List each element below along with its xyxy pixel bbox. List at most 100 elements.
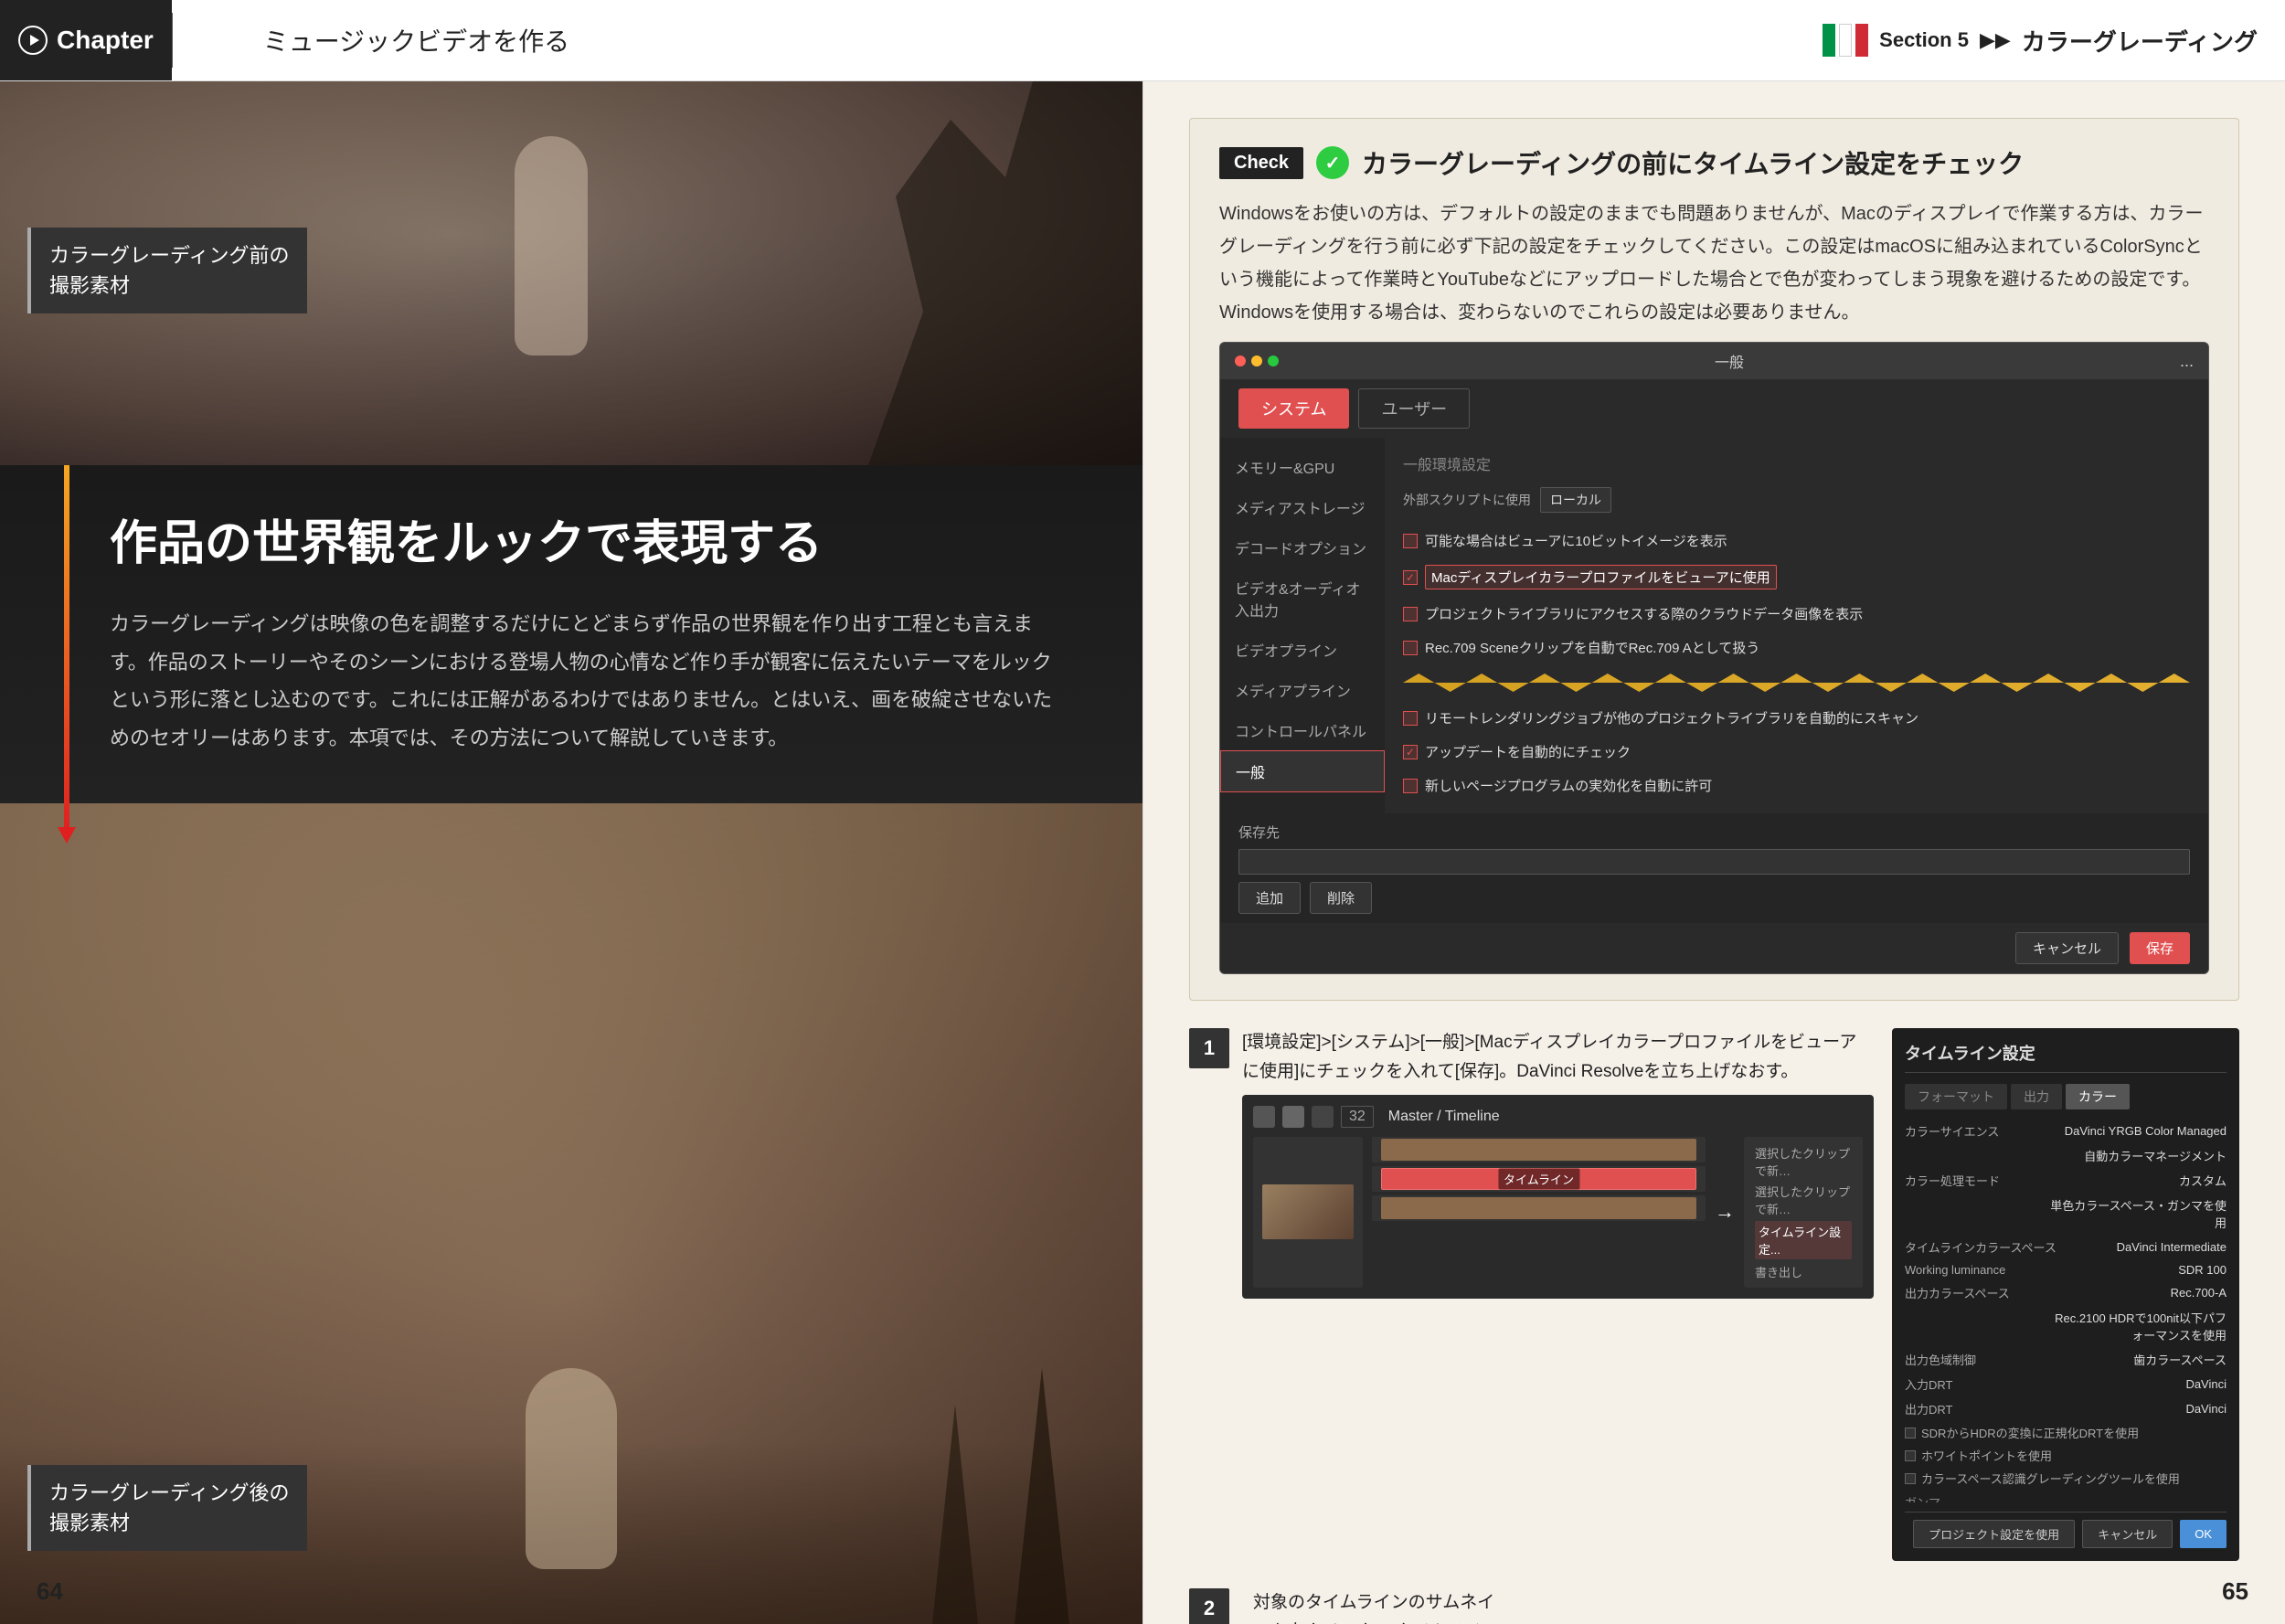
window-dots xyxy=(1235,356,1279,366)
checkbox1-row: 可能な場合はビューアに10ビットイメージを表示 xyxy=(1403,527,2190,554)
checkbox5[interactable] xyxy=(1403,711,1418,726)
tl-ok-button[interactable]: OK xyxy=(2180,1520,2227,1548)
checkbox7[interactable] xyxy=(1403,779,1418,793)
tl-track3 xyxy=(1372,1195,1706,1221)
tl-cb3[interactable] xyxy=(1905,1473,1916,1484)
tl-settings-buttons: プロジェクト設定を使用 キャンセル OK xyxy=(1905,1512,2227,1548)
val-input-drt: DaVinci xyxy=(2185,1377,2227,1391)
sidebar-general[interactable]: 一般 xyxy=(1220,750,1385,792)
check-header: Check ✓ カラーグレーディングの前にタイムライン設定をチェック xyxy=(1219,144,2209,181)
tl-tab-format[interactable]: フォーマット xyxy=(1905,1084,2007,1109)
add-button[interactable]: 追加 xyxy=(1238,882,1301,914)
dot-close xyxy=(1235,356,1246,366)
flag-red xyxy=(1855,24,1868,57)
step1-block: 1 [環境設定]>[システム]>[一般]>[Macディスプレイカラープロファイル… xyxy=(1189,1028,1874,1561)
check-body: Windowsをお使いの方は、デフォルトの設定のままでも問題ありませんが、Mac… xyxy=(1219,197,2209,329)
external-value: ローカル xyxy=(1540,487,1611,513)
checkbox4[interactable] xyxy=(1403,641,1418,655)
sidebar-media[interactable]: メディアストレージ xyxy=(1220,487,1385,527)
row-output-gamut: 出力色域制御 歯カラースペース xyxy=(1905,1347,2227,1372)
step2-number: 2 xyxy=(1189,1588,1229,1624)
cancel-button[interactable]: キャンセル xyxy=(2015,932,2119,964)
checkbox6[interactable] xyxy=(1403,745,1418,759)
tab-system[interactable]: システム xyxy=(1238,388,1349,429)
tl-menu-item1[interactable]: 選択したクリップで新… xyxy=(1755,1144,1852,1179)
tl-settings-panel: タイムライン設定 フォーマット 出力 カラー カラーサイエンス DaVinci … xyxy=(1892,1028,2239,1561)
header-right: Section 5 ▶▶ カラーグレーディング xyxy=(1823,24,2258,58)
tl-tab-color[interactable]: カラー xyxy=(2066,1084,2130,1109)
check-title: カラーグレーディングの前にタイムライン設定をチェック xyxy=(1362,144,2024,181)
page-header: Chapter 1 ミュージックビデオを作る Section 5 ▶▶ カラーグ… xyxy=(0,0,2285,81)
project-settings-button[interactable]: プロジェクト設定を使用 xyxy=(1913,1520,2075,1548)
step1-number: 1 xyxy=(1189,1028,1229,1068)
checkbox3[interactable] xyxy=(1403,607,1418,621)
top-photo: カラーグレーディング前の 撮影素材 xyxy=(0,81,1142,465)
tl-menu-item4[interactable]: 書き出し xyxy=(1755,1263,1852,1280)
row-auto-color: 自動カラーマネージメント xyxy=(1905,1143,2227,1168)
tl-settings-content: カラーサイエンス DaVinci YRGB Color Managed 自動カラ… xyxy=(1905,1119,2227,1502)
val-auto: 自動カラーマネージメント xyxy=(2084,1147,2227,1164)
timeline-area: 32 Master / Timeline xyxy=(1242,1095,1874,1299)
tl-cb1-row: SDRからHDRの変換に正規化DRTを使用 xyxy=(1905,1421,2227,1444)
bottom-photo: カラーグレーディング後の 撮影素材 xyxy=(0,803,1142,1624)
tl-cb2-label: ホワイトポイントを使用 xyxy=(1921,1447,2052,1464)
row-output-drt: 出力DRT DaVinci xyxy=(1905,1396,2227,1421)
figure-silhouette xyxy=(515,136,588,356)
tl-cancel-button[interactable]: キャンセル xyxy=(2082,1520,2173,1548)
chapter-title: ミュージックビデオを作る xyxy=(236,22,597,58)
tl-cb1[interactable] xyxy=(1905,1428,1916,1438)
step1-text: [環境設定]>[システム]>[一般]>[Macディスプレイカラープロファイルをビ… xyxy=(1242,1028,1874,1088)
tl-track2: タイムライン xyxy=(1372,1166,1706,1192)
delete-button[interactable]: 削除 xyxy=(1310,882,1372,914)
sidebar-control[interactable]: コントロールパネル xyxy=(1220,710,1385,750)
section-name: カラーグレーディング xyxy=(2022,24,2258,58)
tl-panel-left xyxy=(1253,1137,1363,1288)
step2-num-block: 2 xyxy=(1189,1588,1235,1624)
tab-user[interactable]: ユーザー xyxy=(1358,388,1470,429)
sidebar-media-line[interactable]: メディアプライン xyxy=(1220,670,1385,710)
val-tl-cs: DaVinci Intermediate xyxy=(2117,1240,2227,1254)
window-title: 一般 xyxy=(1715,350,1744,372)
tl-cb3-row: カラースペース認識グレーディングツールを使用 xyxy=(1905,1467,2227,1490)
davinci-content: メモリー&GPU メディアストレージ デコードオプション ビデオ&オーディオ入出… xyxy=(1220,438,2208,813)
checkbox1[interactable] xyxy=(1403,534,1418,548)
row-rec2100: Rec.2100 HDRで100nit以下パフォーマンスを使用 xyxy=(1905,1305,2227,1347)
external-row: 外部スクリプトに使用 ローカル xyxy=(1403,487,2190,513)
tl-arrow: → xyxy=(1715,1137,1735,1288)
chapter-number: 1 xyxy=(172,13,236,68)
input-row xyxy=(1238,849,2190,875)
bottom-label-line2: 撮影素材 xyxy=(49,1508,289,1538)
val-output-drt: DaVinci xyxy=(2185,1402,2227,1416)
sidebar-memory[interactable]: メモリー&GPU xyxy=(1220,447,1385,487)
tl-icon1 xyxy=(1253,1106,1275,1128)
davinci-save-area: 保存先 追加 削除 xyxy=(1220,813,2208,923)
timeline-toolbar: 32 Master / Timeline xyxy=(1253,1106,1863,1128)
tl-cb1-label: SDRからHDRの変換に正規化DRTを使用 xyxy=(1921,1424,2139,1441)
davinci-tabs: システム ユーザー xyxy=(1220,379,2208,438)
arrow-icon: ▶▶ xyxy=(1980,28,2011,52)
tl-tracks: タイムライン xyxy=(1372,1137,1706,1288)
dot-min xyxy=(1251,356,1262,366)
checkbox2[interactable] xyxy=(1403,570,1418,585)
checkbox7-row: 新しいページプログラムの実効化を自動に許可 xyxy=(1403,772,2190,799)
row-input-drt: 入力DRT DaVinci xyxy=(1905,1372,2227,1396)
section-flags xyxy=(1823,24,1868,57)
tl-menu-item3[interactable]: タイムライン設定... xyxy=(1755,1221,1852,1259)
sidebar-decode[interactable]: デコードオプション xyxy=(1220,527,1385,568)
center-title: 作品の世界観をルックで表現する xyxy=(110,511,1069,578)
label-tl-cs: タイムラインカラースペース xyxy=(1905,1238,2056,1256)
sidebar-videoline[interactable]: ビデオプライン xyxy=(1220,630,1385,670)
tl-menu-item2[interactable]: 選択したクリップで新… xyxy=(1755,1183,1852,1217)
save-button[interactable]: 保存 xyxy=(2130,932,2190,964)
sidebar-video[interactable]: ビデオ&オーディオ入出力 xyxy=(1220,568,1385,630)
more-icon: ... xyxy=(2180,352,2194,371)
checkbox6-row: アップデートを自動的にチェック xyxy=(1403,738,2190,765)
page-number-left: 64 xyxy=(37,1577,63,1606)
dot-max xyxy=(1268,356,1279,366)
tl-cb2[interactable] xyxy=(1905,1450,1916,1461)
save-path-input[interactable] xyxy=(1238,849,2190,875)
step2-text: 対象のタイムラインのサムネイルを右クリック、[タイムライン]>[タイムライン設定… xyxy=(1253,1588,1509,1624)
val-color-mode: カスタム xyxy=(2179,1172,2227,1189)
val-rec2100: Rec.2100 HDRで100nit以下パフォーマンスを使用 xyxy=(2044,1309,2227,1343)
tl-tab-output[interactable]: 出力 xyxy=(2011,1084,2062,1109)
